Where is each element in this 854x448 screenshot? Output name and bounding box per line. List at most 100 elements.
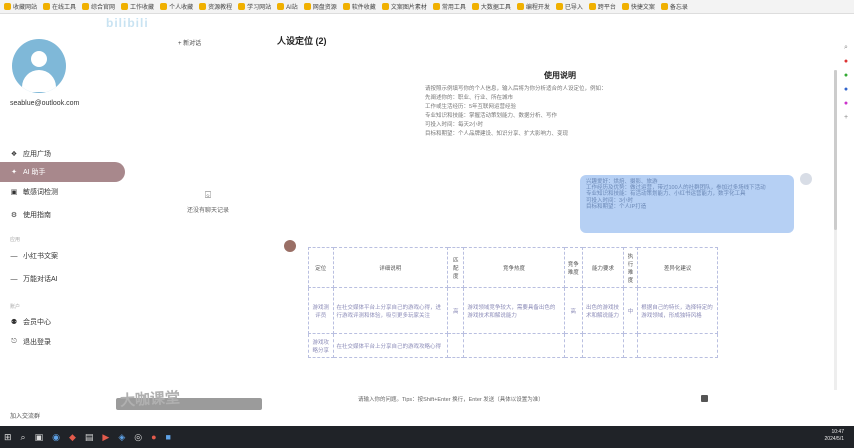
app-icon[interactable]: ◆	[69, 432, 76, 443]
windows-start-icon[interactable]: ⊞	[4, 432, 12, 443]
plus-icon[interactable]: +	[844, 114, 848, 122]
scrollbar-thumb[interactable]	[834, 70, 837, 230]
table-cell: 在社交媒体平台上分享自己的游戏攻略心得	[332, 333, 449, 358]
empty-state: ⌺ 还没有聊天记录	[158, 190, 258, 214]
new-conversation-button[interactable]: + 新对话	[178, 38, 201, 47]
table-header: 执行难度	[622, 247, 639, 288]
app-icon[interactable]: ●	[151, 432, 156, 442]
bookmark-item[interactable]: 编程开发	[516, 2, 550, 11]
bookmark-item[interactable]: 在线工具	[43, 2, 76, 11]
bookmark-item[interactable]: 常用工具	[432, 2, 466, 11]
usage-line: 请按照示例填写你的个人信息，输入后将为你分析适合的人设定位，例如：	[425, 86, 607, 92]
folder-icon[interactable]: ▤	[85, 432, 94, 443]
search-icon[interactable]: ⌕	[844, 44, 848, 52]
table-cell: 游戏攻略分享	[308, 333, 334, 358]
nav-item-sensitive-check[interactable]: ▣ 敏感词检测	[0, 182, 125, 202]
bookmark-label: 大数据工具	[480, 5, 511, 11]
usage-title: 使用说明	[544, 71, 576, 80]
bookmark-item[interactable]: 资源教程	[199, 2, 232, 11]
extension-icon[interactable]: ●	[844, 72, 848, 80]
bookmark-item[interactable]: 软件收藏	[342, 2, 376, 11]
chat-input[interactable]: 请输入你的问题。Tips：按Shift+Enter 换行，Enter 发送（具体…	[358, 395, 544, 403]
bookmark-label: 文案图片素材	[390, 5, 427, 11]
table-cell: 中	[622, 287, 639, 334]
logout-icon: ⎋	[11, 338, 17, 345]
table-header: 定位	[308, 247, 334, 288]
extension-icon[interactable]: ●	[844, 58, 848, 66]
table-cell	[447, 333, 465, 358]
chat-icon: ✦	[11, 169, 17, 176]
bookmark-item[interactable]: AI站	[277, 2, 298, 11]
nav-item-xiaohongshu[interactable]: — 小红书文案	[0, 246, 125, 266]
bookmark-item[interactable]: 备忘录	[660, 2, 688, 11]
usage-instructions: 使用说明 请按照示例填写你的个人信息，输入后将为你分析适合的人设定位，例如： 先…	[425, 70, 695, 139]
bookmark-item[interactable]: 快捷文案	[621, 2, 655, 11]
table-header: 匹配度	[447, 247, 465, 288]
nav-item-universal-ai[interactable]: — 万能对话AI	[0, 269, 125, 289]
table-cell: 高	[447, 287, 465, 334]
nav-item-member-center[interactable]: ⚉ 会员中心	[0, 312, 125, 332]
bookmark-item[interactable]: 文案图片素材	[381, 2, 427, 11]
bot-avatar	[284, 240, 296, 252]
bookmark-label: 软件收藏	[351, 5, 376, 11]
bookmark-label: 编程开发	[525, 5, 550, 11]
table-row: 游戏攻略分享 在社交媒体平台上分享自己的游戏攻略心得	[308, 333, 718, 358]
empty-state-text: 还没有聊天记录	[186, 208, 229, 214]
nav-item-store[interactable]: ❖ 应用广场	[0, 144, 125, 164]
table-header: 差异化建议	[637, 247, 718, 288]
table-header: 详细说明	[332, 247, 449, 288]
bookmark-item[interactable]: 学习网站	[238, 2, 271, 11]
join-group-link[interactable]: 加入交流群	[10, 411, 40, 420]
bookmark-item[interactable]: 工作收藏	[121, 2, 154, 11]
user-message-line: 目标和期望：个人IP打造	[586, 203, 647, 210]
extension-icon[interactable]: ●	[844, 86, 848, 94]
scrollbar[interactable]	[834, 70, 837, 390]
avatar[interactable]	[12, 39, 66, 93]
usage-line: 先阐述你的：职业、行业、所在城市	[425, 95, 514, 101]
send-icon[interactable]	[701, 395, 708, 402]
bookmark-label: 资源教程	[208, 5, 233, 11]
folder-icon	[160, 3, 168, 10]
folder-icon	[621, 3, 629, 10]
folder-icon	[555, 3, 563, 10]
bookmark-item[interactable]: 大数据工具	[471, 2, 511, 11]
bookmark-label: 快捷文案	[630, 5, 655, 11]
search-icon[interactable]: ⌕	[21, 432, 26, 443]
extension-icon[interactable]: ●	[844, 100, 848, 108]
browser-icon[interactable]: ◉	[52, 432, 60, 443]
app-icon[interactable]: ◈	[118, 432, 125, 443]
usage-line: 目标和期望：个人品牌建设、知识分享、扩大影响力、变现	[425, 131, 569, 137]
table-header-row: 定位 详细说明 匹配度 竞争热度 竞争难度 能力要求 执行难度 差异化建议	[308, 247, 718, 288]
sidebar: seablue@outlook.com ❖ 应用广场 ✦ AI 助手 ▣ 敏感词…	[0, 14, 130, 426]
nav-item-ai-assistant[interactable]: ✦ AI 助手	[0, 162, 125, 182]
table-row: 游戏测评员 在社交媒体平台上分享自己的游戏心得，进行游戏评测和体验，吸引更多玩家…	[308, 287, 718, 334]
bookmark-label: 个人收藏	[169, 5, 194, 11]
section-label-account: 账户	[10, 304, 21, 310]
app-icon[interactable]: ◎	[134, 432, 142, 443]
browser-sidebar: ⌕ ● ● ● ● +	[838, 14, 854, 426]
bookmark-label: 跨平台	[597, 5, 616, 11]
folder-icon	[516, 3, 524, 10]
table-header: 竞争热度	[463, 247, 565, 288]
table-cell	[637, 333, 718, 358]
app-icon[interactable]: ▶	[102, 432, 109, 443]
task-view-icon[interactable]: ▣	[35, 432, 44, 443]
system-clock[interactable]: 10:47 2024/5/1	[825, 429, 844, 443]
app-icon[interactable]: ■	[166, 432, 171, 442]
folder-icon	[82, 3, 90, 10]
bookmark-item[interactable]: 已导入	[555, 2, 583, 11]
bookmark-item[interactable]: 综合官网	[82, 2, 115, 11]
bookmark-item[interactable]: 跨平台	[588, 2, 616, 11]
table-cell	[622, 333, 639, 358]
nav-item-label: 使用指南	[23, 212, 51, 219]
nav-item-label: 退出登录	[23, 339, 51, 346]
bookmark-label: 已导入	[564, 5, 583, 11]
nav-item-guide[interactable]: ⚙ 使用指南	[0, 205, 125, 225]
bookmark-item[interactable]: 收藏网站	[4, 2, 37, 11]
crown-icon: ⚉	[10, 319, 18, 326]
bookmark-item[interactable]: 网盘资源	[303, 2, 337, 11]
app-icon: —	[10, 275, 18, 283]
nav-item-logout[interactable]: ⎋ 退出登录	[0, 332, 125, 352]
bookmark-item[interactable]: 个人收藏	[160, 2, 193, 11]
watermark: 大咖课堂	[119, 388, 181, 410]
